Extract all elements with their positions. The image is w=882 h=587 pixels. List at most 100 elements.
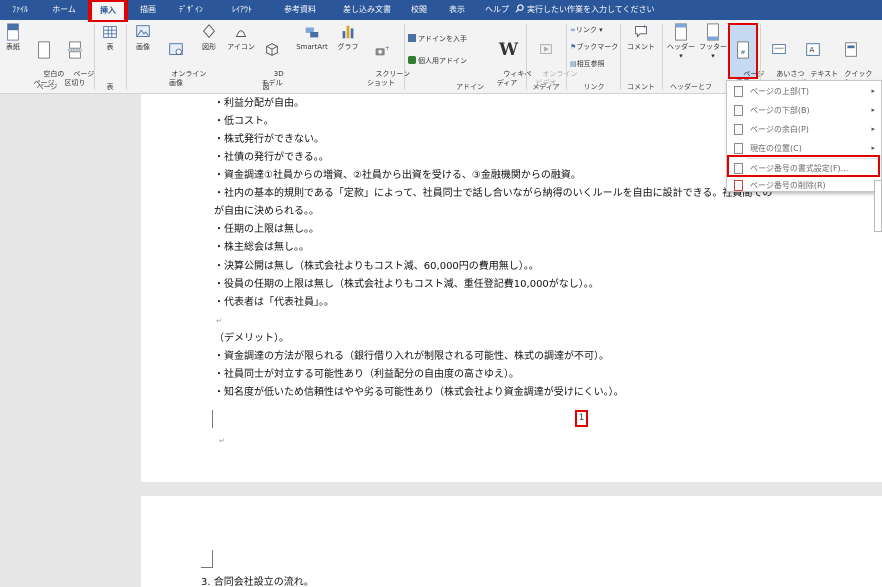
get-addin-button[interactable]: アドインを入手 bbox=[408, 34, 467, 44]
cube-icon bbox=[266, 43, 278, 56]
cross-reference-button[interactable]: ▤相互参照 bbox=[570, 59, 605, 69]
menu-item-bottom-of-page[interactable]: ページの下部(B) ▸ bbox=[727, 101, 882, 120]
doc-line: ↵ bbox=[217, 434, 225, 448]
tab-insert[interactable]: 挿入 bbox=[90, 0, 126, 20]
menu-item-top-of-page[interactable]: ページの上部(T) ▸ bbox=[727, 82, 882, 101]
table-icon bbox=[103, 26, 117, 38]
footer-icon bbox=[707, 23, 719, 41]
store-icon bbox=[408, 34, 416, 42]
doc-line: ・代表者は「代表社員」。。 bbox=[214, 297, 334, 308]
word-window: ﾌｧｲﾙ ホーム 挿入 描画 ﾃﾞｻﾞｲﾝ ﾚｲｱｳﾄ 参考資料 差し込み文書 … bbox=[0, 0, 882, 587]
doc-line: ↵ bbox=[214, 314, 222, 328]
bookmark-button[interactable]: ⚑ブックマーク bbox=[570, 42, 618, 52]
tell-me-box[interactable]: 実行したい作業を入力してください bbox=[515, 0, 655, 20]
bookmark-label: ブックマーク bbox=[576, 43, 619, 51]
doc-line: ・利益分配が自由。 bbox=[214, 98, 304, 109]
group-divider bbox=[662, 24, 663, 90]
menu-item-label: ページ番号の削除(R) bbox=[750, 181, 826, 190]
doc-line: ・株主総会は無し。。 bbox=[214, 242, 309, 253]
footer-label: フッター bbox=[699, 43, 727, 51]
chart-button[interactable]: グラフ bbox=[337, 23, 359, 52]
icons-label: アイコン bbox=[227, 43, 255, 51]
tab-home[interactable]: ホーム bbox=[44, 0, 84, 20]
page-bottom-icon bbox=[734, 105, 743, 116]
group-label-links: リンク bbox=[583, 83, 605, 91]
page-margin-icon bbox=[734, 124, 743, 135]
wikipedia-icon: W bbox=[499, 40, 519, 60]
page-number-button[interactable]: # ページ 番号 bbox=[730, 23, 764, 87]
svg-text:+: + bbox=[385, 45, 389, 52]
chevron-down-icon: ▾ bbox=[711, 52, 715, 60]
chart-icon bbox=[342, 25, 354, 39]
screenshot-icon: + bbox=[375, 45, 389, 56]
comment-button[interactable]: + コメント bbox=[624, 23, 658, 52]
comment-label: コメント bbox=[627, 43, 655, 51]
online-image-icon bbox=[169, 43, 183, 55]
document-page-2[interactable]: 3. 合同会社設立の流れ。 bbox=[141, 496, 882, 587]
table-button[interactable]: 表 bbox=[100, 23, 120, 52]
chevron-right-icon: ▸ bbox=[871, 106, 875, 114]
shapes-button[interactable]: 図形 bbox=[198, 23, 220, 52]
tab-references[interactable]: 参考資料 bbox=[275, 0, 325, 20]
shapes-icon bbox=[203, 24, 215, 39]
comment-icon: + bbox=[635, 23, 647, 38]
cross-reference-icon: ▤ bbox=[570, 60, 577, 68]
group-divider bbox=[94, 24, 95, 90]
personal-addin-button[interactable]: 個人用アドイン bbox=[408, 56, 467, 66]
current-position-icon bbox=[734, 143, 743, 154]
doc-heading: 3. 合同会社設立の流れ。 bbox=[201, 577, 314, 587]
footer-button[interactable]: フッター ▾ bbox=[698, 23, 728, 61]
icons-icon bbox=[235, 30, 247, 37]
svg-text:A: A bbox=[809, 45, 814, 54]
tab-file[interactable]: ﾌｧｲﾙ bbox=[0, 0, 40, 20]
tab-review[interactable]: 校閲 bbox=[405, 0, 433, 20]
header-button[interactable]: ヘッダー ▾ bbox=[666, 23, 696, 61]
page-break-icon bbox=[67, 41, 83, 59]
group-label-header-footer: ヘッダーとフ bbox=[670, 83, 712, 91]
greeting-icon bbox=[772, 44, 786, 55]
link-button[interactable]: ∞リンク ▾ bbox=[570, 25, 603, 35]
paragraph-mark: ↵ bbox=[219, 437, 225, 445]
personal-addin-label: 個人用アドイン bbox=[418, 57, 467, 65]
page-top-icon bbox=[734, 86, 743, 97]
doc-line: ・社債の発行ができる。。 bbox=[214, 152, 329, 163]
tab-draw[interactable]: 描画 bbox=[132, 0, 164, 20]
doc-line: ・社内の基本的規則である「定款」によって、社員同士で話し合いながら納得のいくルー… bbox=[214, 188, 773, 199]
doc-line: ・知名度が低いため信頼性はやや劣る可能性あり（株式会社より資金調達が受けにくい。… bbox=[214, 387, 624, 398]
group-divider bbox=[404, 24, 405, 90]
doc-line: ・社員同士が対立する可能性あり（利益配分の自由度の高さゆえ）。 bbox=[214, 369, 519, 380]
menu-item-page-margins[interactable]: ページの余白(P) ▸ bbox=[727, 120, 882, 139]
group-divider bbox=[566, 24, 567, 90]
page-number-icon: # bbox=[737, 41, 749, 59]
menu-bar: ﾌｧｲﾙ ホーム 挿入 描画 ﾃﾞｻﾞｲﾝ ﾚｲｱｳﾄ 参考資料 差し込み文書 … bbox=[0, 0, 882, 20]
image-icon bbox=[136, 25, 150, 37]
link-label: リンク bbox=[575, 26, 597, 34]
tab-mailings[interactable]: 差し込み文書 bbox=[336, 0, 398, 20]
menu-item-current-position[interactable]: 現在の位置(C) ▸ bbox=[727, 139, 882, 158]
tab-design[interactable]: ﾃﾞｻﾞｲﾝ bbox=[170, 0, 212, 20]
menu-item-remove-page-numbers[interactable]: ページ番号の削除(R) bbox=[727, 176, 882, 195]
doc-line: ・低コスト。 bbox=[214, 116, 274, 127]
doc-line: ・株式発行ができない。 bbox=[214, 134, 324, 145]
icons-button[interactable]: アイコン bbox=[226, 23, 256, 52]
shapes-label: 図形 bbox=[202, 43, 216, 51]
svg-text:#: # bbox=[740, 50, 745, 57]
table-label: 表 bbox=[106, 43, 114, 51]
tab-layout[interactable]: ﾚｲｱｳﾄ bbox=[218, 0, 266, 20]
tab-view[interactable]: 表示 bbox=[440, 0, 474, 20]
tab-help[interactable]: ヘルプ bbox=[480, 0, 514, 20]
smartart-icon bbox=[305, 27, 319, 38]
smartart-button[interactable]: SmartArt bbox=[291, 23, 333, 52]
textbox-icon: A bbox=[806, 43, 820, 56]
smartart-label: SmartArt bbox=[296, 43, 328, 51]
page-number-dropdown: ページの上部(T) ▸ ページの下部(B) ▸ ページの余白(P) ▸ 現在の位… bbox=[726, 80, 882, 192]
image-button[interactable]: 画像 bbox=[132, 23, 154, 52]
cover-page-button[interactable]: 表紙 bbox=[3, 23, 23, 52]
page-number-field[interactable]: 1 bbox=[575, 410, 588, 427]
cover-page-icon bbox=[7, 23, 19, 41]
header-icon bbox=[675, 23, 687, 41]
margin-corner-mark bbox=[201, 550, 213, 568]
paragraph-mark: ↵ bbox=[216, 317, 222, 325]
doc-line: ・決算公開は無し（株式会社よりもコスト減、60,000円の費用無し）。。 bbox=[214, 261, 539, 272]
group-label-comment: コメント bbox=[627, 83, 655, 91]
